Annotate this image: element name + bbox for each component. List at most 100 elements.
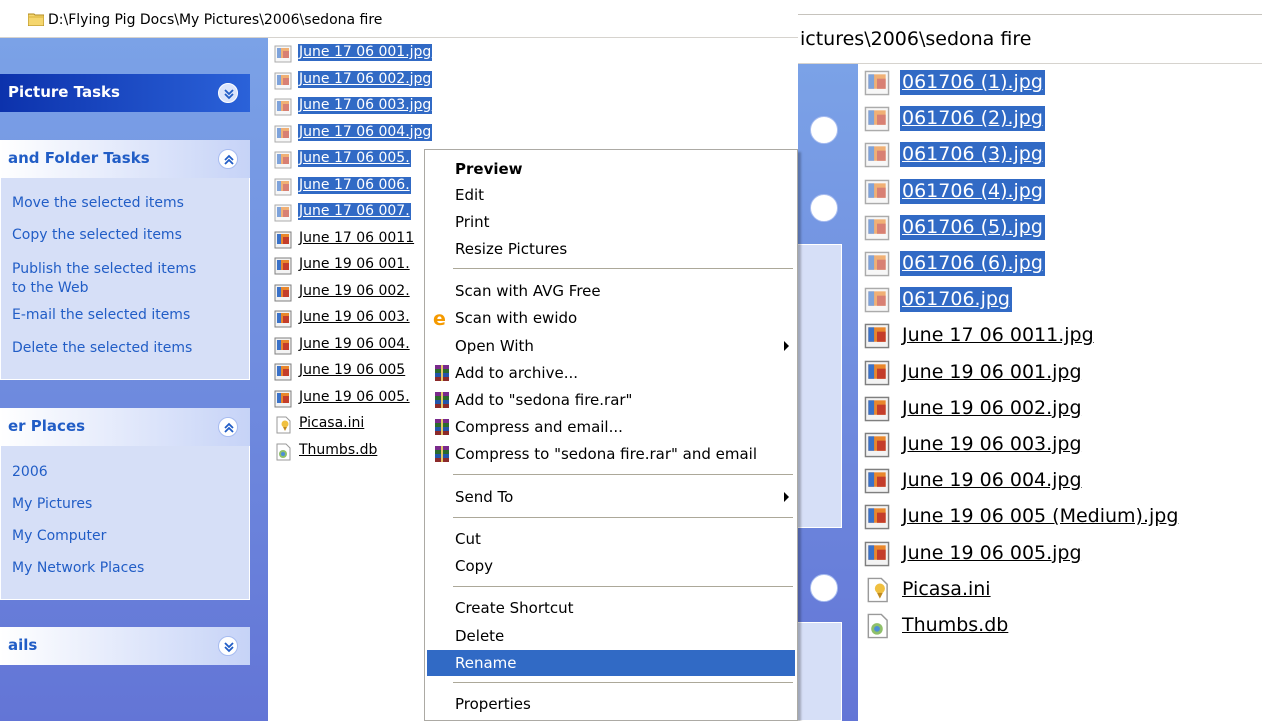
- other-places-header[interactable]: er Places: [0, 408, 250, 446]
- menu-item-label: Delete: [455, 627, 505, 645]
- jpg-image-icon: [864, 360, 890, 386]
- jpg-image-icon: [864, 396, 890, 422]
- file-name-label: June 19 06 003.jpg: [902, 433, 1082, 455]
- menu-item-label: Add to archive...: [455, 364, 578, 382]
- file-name-label: Picasa.ini: [299, 415, 365, 431]
- collapse-chevron-icon[interactable]: [810, 574, 838, 602]
- menu-item-label: Open With: [455, 337, 534, 355]
- jpg-image-icon: [274, 98, 292, 116]
- details-title: ails: [8, 636, 38, 654]
- file-name-label: June 17 06 002.jpg: [298, 70, 433, 88]
- file-list: 061706 (1).jpg 061706 (2).jpg 061706 (3).j…: [858, 64, 1262, 721]
- jpg-image-icon: [864, 541, 890, 567]
- file-name-label: Picasa.ini: [902, 577, 991, 600]
- file-name-label: 061706 (4).jpg: [900, 178, 1045, 204]
- menu-item-compress-email[interactable]: Compress and email...: [427, 414, 795, 440]
- publish-to-web-link[interactable]: to the Web: [12, 279, 88, 298]
- menu-item-add-to-archive[interactable]: Add to archive...: [427, 360, 795, 386]
- jpg-image-icon: [864, 106, 890, 132]
- menu-item-print[interactable]: Print: [427, 209, 795, 235]
- jpg-image-icon: [864, 215, 890, 241]
- file-folder-tasks-title: and Folder Tasks: [8, 149, 150, 167]
- menu-item-preview[interactable]: Preview: [427, 156, 795, 182]
- winrar-icon: [432, 445, 452, 463]
- file-name-label: June 19 06 004.jpg: [902, 469, 1082, 492]
- jpg-image-icon: [864, 179, 890, 205]
- file-name-label: June 19 06 002.jpg: [902, 396, 1082, 419]
- place-link-my-pictures[interactable]: My Pictures: [12, 495, 92, 514]
- context-menu: Preview Edit Print Resize Pictures Scan …: [424, 149, 798, 721]
- task-pane-panel: [798, 622, 842, 721]
- expand-chevron-icon[interactable]: [218, 83, 238, 103]
- place-link-my-computer[interactable]: My Computer: [12, 527, 106, 546]
- menu-item-scan-avg[interactable]: Scan with AVG Free: [427, 278, 795, 304]
- file-name-label: June 19 06 002.: [299, 282, 410, 299]
- file-folder-tasks-header[interactable]: and Folder Tasks: [0, 140, 250, 178]
- menu-item-send-to[interactable]: Send To: [427, 484, 795, 510]
- menu-item-create-shortcut[interactable]: Create Shortcut: [427, 595, 795, 621]
- menu-item-label: Compress and email...: [455, 418, 623, 436]
- collapse-chevron-icon[interactable]: [218, 417, 238, 437]
- jpg-image-icon: [274, 310, 292, 328]
- address-bar[interactable]: D:\Flying Pig Docs\My Pictures\2006\sedo…: [0, 0, 798, 38]
- menu-separator: [453, 682, 793, 683]
- file-name-label: June 17 06 006.: [298, 176, 411, 194]
- jpg-image-icon: [864, 432, 890, 458]
- file-name-label: June 19 06 005.jpg: [902, 541, 1082, 564]
- jpg-image-icon: [274, 284, 292, 302]
- jpg-image-icon: [274, 125, 292, 143]
- submenu-arrow-icon: [784, 492, 789, 502]
- menu-item-label: Copy: [455, 557, 494, 575]
- menu-item-add-to-rar[interactable]: Add to "sedona fire.rar": [427, 387, 795, 413]
- jpg-image-icon: [864, 323, 890, 349]
- menu-item-label: Preview: [455, 160, 523, 178]
- place-link-network[interactable]: My Network Places: [12, 559, 144, 578]
- menu-item-properties[interactable]: Properties: [427, 691, 795, 717]
- file-name-label: June 17 06 005.: [298, 150, 411, 167]
- delete-selected-link[interactable]: Delete the selected items: [12, 339, 192, 358]
- address-bar[interactable]: ictures\2006\sedona fire: [798, 14, 1262, 64]
- menu-item-copy[interactable]: Copy: [427, 553, 795, 579]
- right-explorer-window: ictures\2006\sedona fire 061706 (1).jpg 0…: [798, 0, 1262, 721]
- file-name-label: Thumbs.db: [902, 614, 1009, 636]
- collapse-chevron-icon[interactable]: [810, 116, 838, 144]
- picture-tasks-title: Picture Tasks: [8, 83, 120, 101]
- menu-item-delete[interactable]: Delete: [427, 623, 795, 649]
- jpg-image-icon: [864, 504, 890, 530]
- move-selected-link[interactable]: Move the selected items: [12, 194, 184, 213]
- collapse-chevron-icon[interactable]: [810, 194, 838, 222]
- other-places-panel: 2006 My Pictures My Computer My Network …: [0, 446, 250, 600]
- menu-item-cut[interactable]: Cut: [427, 526, 795, 552]
- menu-item-compress-rar-email[interactable]: Compress to "sedona fire.rar" and email: [427, 441, 795, 467]
- email-selected-link[interactable]: E-mail the selected items: [12, 306, 190, 325]
- picture-tasks-header[interactable]: Picture Tasks: [0, 74, 250, 112]
- menu-item-label: Rename: [455, 654, 517, 672]
- place-link-2006[interactable]: 2006: [12, 463, 48, 482]
- jpg-image-icon: [864, 468, 890, 494]
- file-folder-tasks-panel: Move the selected items Copy the selecte…: [0, 178, 250, 380]
- copy-selected-link[interactable]: Copy the selected items: [12, 226, 182, 245]
- collapse-chevron-icon[interactable]: [218, 149, 238, 169]
- jpg-image-icon: [274, 363, 292, 381]
- menu-item-open-with[interactable]: Open With: [427, 333, 795, 359]
- menu-item-rename[interactable]: Rename: [427, 650, 795, 676]
- file-name-label: June 19 06 005 (Medium).jpg: [902, 505, 1179, 528]
- menu-item-scan-ewido[interactable]: e Scan with ewido: [427, 305, 795, 331]
- details-header[interactable]: ails: [0, 627, 250, 665]
- menu-item-resize-pictures[interactable]: Resize Pictures: [427, 236, 795, 262]
- other-places-title: er Places: [8, 417, 86, 435]
- publish-selected-link[interactable]: Publish the selected items: [12, 260, 196, 279]
- jpg-image-icon: [864, 251, 890, 277]
- menu-separator: [453, 517, 793, 518]
- task-pane: [798, 64, 858, 721]
- menu-item-label: Edit: [455, 186, 485, 204]
- ewido-icon: e: [432, 308, 452, 330]
- file-name-label: June 17 06 003.jpg: [298, 97, 433, 114]
- menu-item-label: Scan with ewido: [455, 309, 578, 327]
- file-name-label: June 19 06 003.: [299, 309, 410, 325]
- file-name-label: June 17 06 0011: [299, 229, 415, 246]
- menu-item-edit[interactable]: Edit: [427, 182, 795, 208]
- expand-chevron-icon[interactable]: [218, 636, 238, 656]
- task-pane: Picture Tasks and Folder Tasks Move the …: [0, 38, 268, 721]
- jpg-image-icon: [274, 257, 292, 275]
